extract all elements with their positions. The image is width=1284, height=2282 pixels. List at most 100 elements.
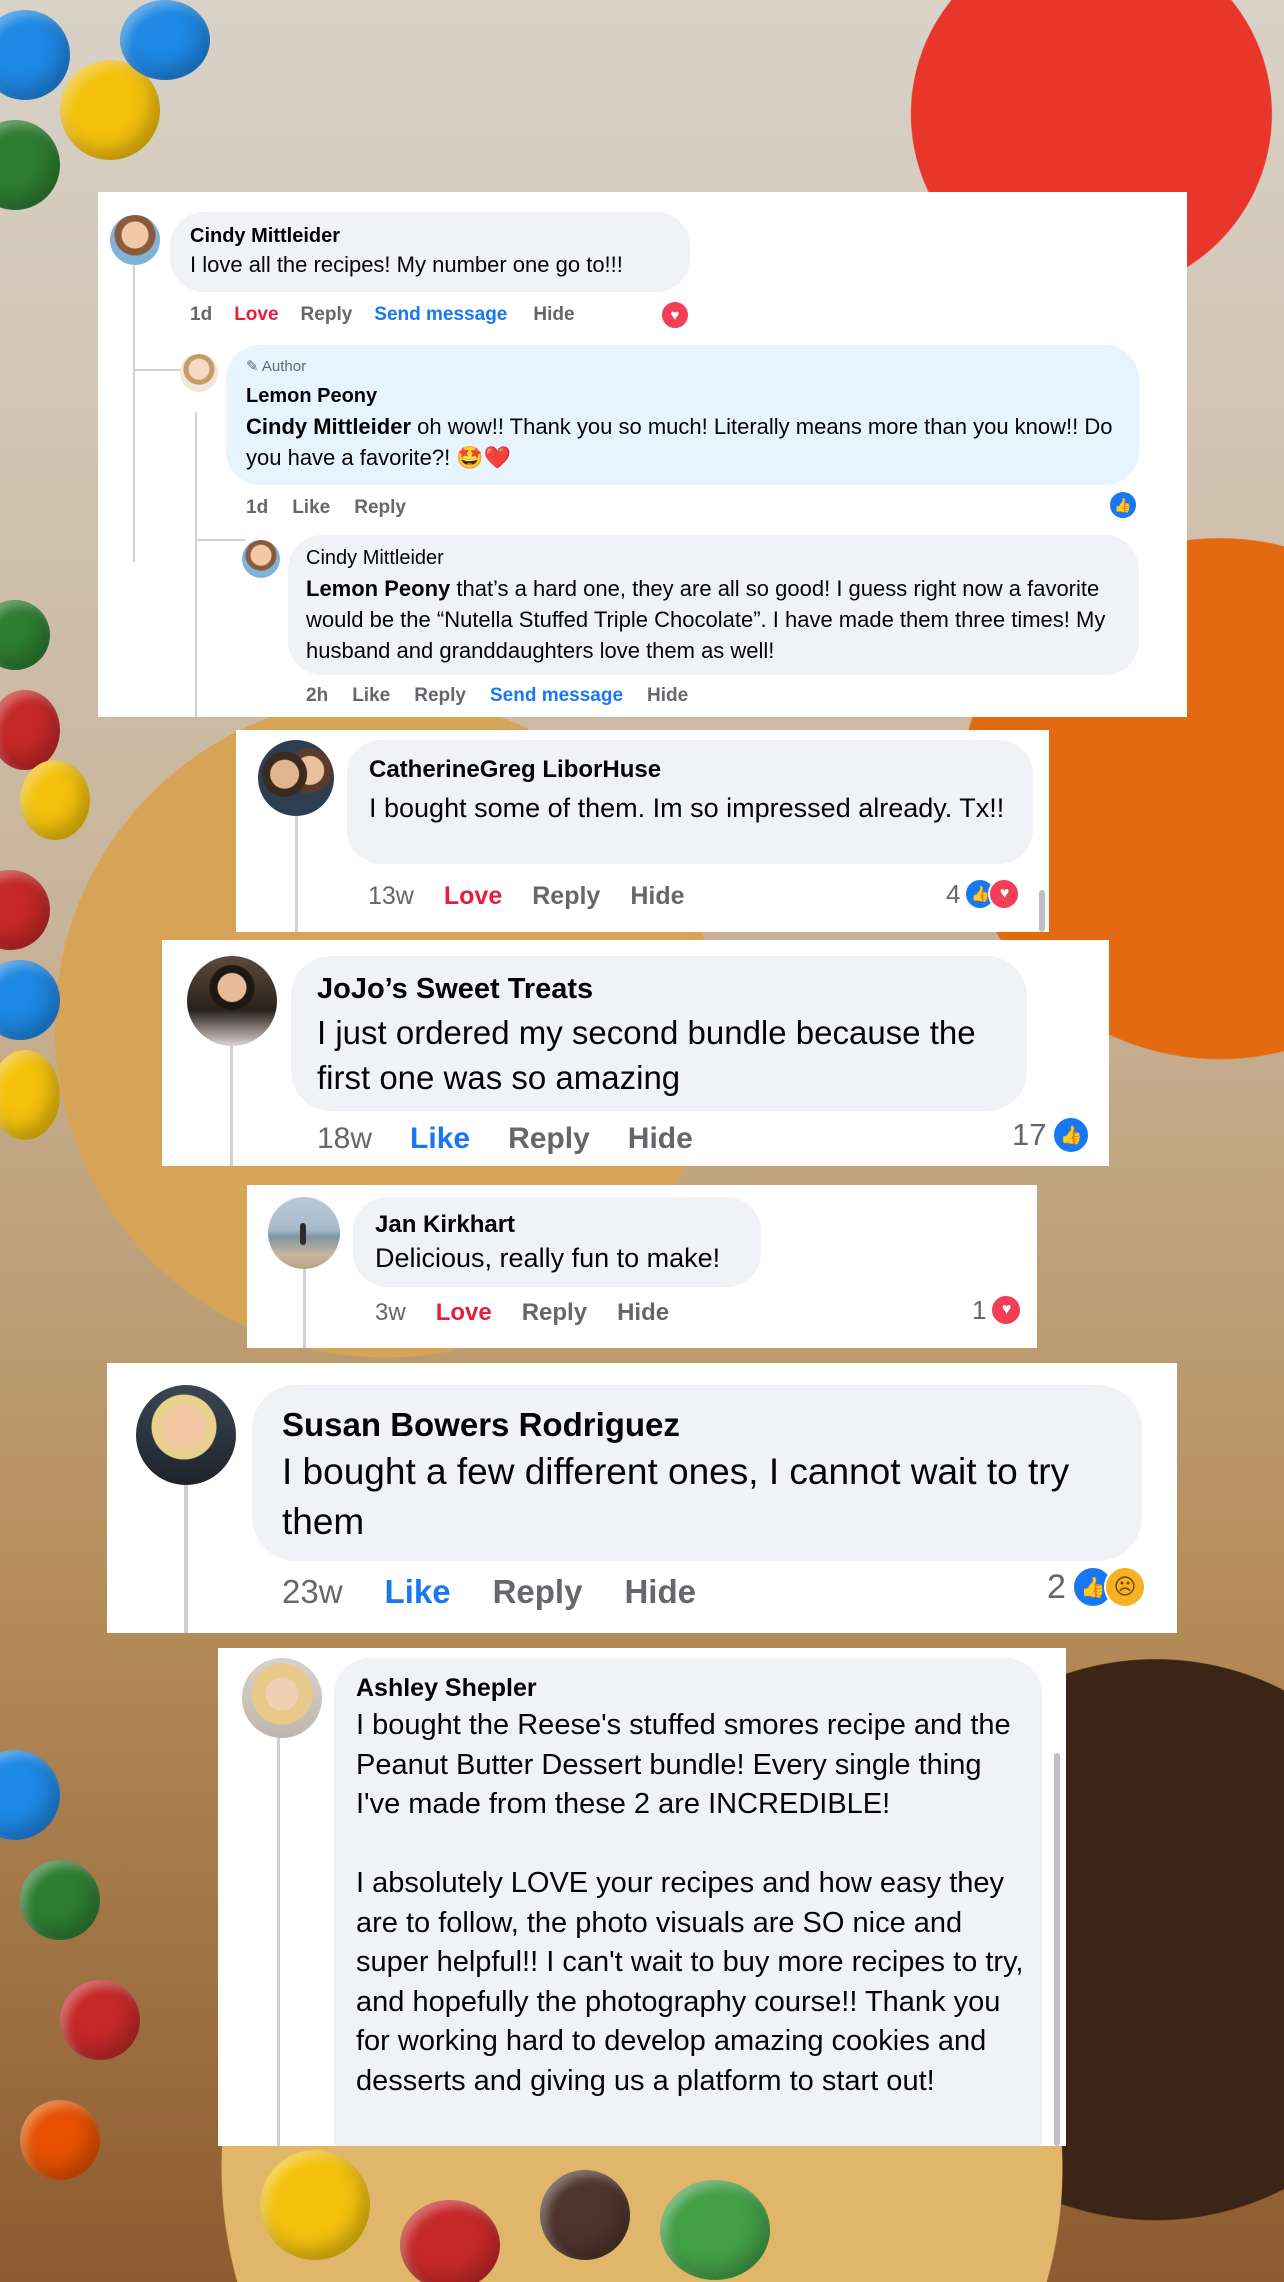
reaction-summary[interactable]: 1 ♥ xyxy=(972,1294,1023,1326)
heart-icon: ♥ xyxy=(990,1294,1023,1326)
reaction-summary[interactable]: 4 👍 ♥ xyxy=(946,878,1021,910)
hide-button[interactable]: Hide xyxy=(533,304,574,326)
scrollbar[interactable] xyxy=(1039,890,1045,932)
send-message-button[interactable]: Send message xyxy=(490,685,623,707)
thread-line xyxy=(295,810,298,932)
commenter-name[interactable]: Jan Kirkhart xyxy=(375,1211,515,1239)
comment-bubble: Susan Bowers Rodriguez I bought a few di… xyxy=(252,1385,1142,1561)
comment-text: I love all the recipes! My number one go… xyxy=(190,252,623,277)
reply-button[interactable]: Reply xyxy=(301,304,353,326)
comment-paragraph: I absolutely LOVE your recipes and how e… xyxy=(356,1867,1024,2097)
comment-text: Cindy Mittleider oh wow!! Thank you so m… xyxy=(246,414,1113,470)
like-button[interactable]: Like xyxy=(352,685,390,707)
comment-bubble: CatherineGreg LiborHuse I bought some of… xyxy=(347,740,1033,864)
reply-button[interactable]: Reply xyxy=(532,882,600,911)
comment-paragraph: I bought the Reese's stuffed smores reci… xyxy=(356,1709,1011,1820)
comment-time[interactable]: 2h xyxy=(306,685,328,707)
thread-line xyxy=(277,1738,280,2146)
reaction-count: 1 xyxy=(972,1294,987,1325)
comment-time[interactable]: 13w xyxy=(368,882,414,911)
comment-actions: 3w Love Reply Hide xyxy=(375,1299,669,1327)
comment-bubble: Cindy Mittleider I love all the recipes!… xyxy=(170,212,690,292)
author-reply-bubble: ✎ Author Lemon Peony Cindy Mittleider oh… xyxy=(226,345,1139,485)
commenter-name[interactable]: JoJo’s Sweet Treats xyxy=(317,973,593,1006)
reply-button[interactable]: Reply xyxy=(522,1299,587,1327)
comment-actions: 18w Like Reply Hide xyxy=(317,1122,693,1156)
like-button[interactable]: Like xyxy=(385,1573,451,1611)
comment-actions: 1d Love Reply Send message Hide xyxy=(190,304,575,326)
comment-text: I bought some of them. Im so impressed a… xyxy=(369,793,1005,823)
reply-button[interactable]: Reply xyxy=(414,685,466,707)
reply-button[interactable]: Reply xyxy=(354,497,406,519)
author-badge: ✎ Author xyxy=(246,358,307,375)
like-icon[interactable]: 👍 xyxy=(1108,490,1138,520)
comment-time[interactable]: 23w xyxy=(282,1573,343,1611)
mention-link[interactable]: Lemon Peony xyxy=(306,576,450,601)
commenter-name[interactable]: CatherineGreg LiborHuse xyxy=(369,756,661,784)
comment-thread-card: Cindy Mittleider I love all the recipes!… xyxy=(98,192,1187,717)
thread-line xyxy=(195,412,197,717)
thread-line xyxy=(195,539,245,541)
like-button[interactable]: Like xyxy=(410,1122,470,1156)
heart-icon[interactable]: ♥ xyxy=(660,300,690,330)
comment-text: I bought the Reese's stuffed smores reci… xyxy=(356,1706,1026,2101)
love-button[interactable]: Love xyxy=(436,1299,492,1327)
mention-link[interactable]: Cindy Mittleider xyxy=(246,414,411,439)
comment-card: Ashley Shepler I bought the Reese's stuf… xyxy=(218,1648,1066,2146)
commenter-name[interactable]: Susan Bowers Rodriguez xyxy=(282,1406,680,1444)
reply-button[interactable]: Reply xyxy=(493,1573,583,1611)
avatar[interactable] xyxy=(136,1385,236,1485)
scrollbar[interactable] xyxy=(1054,1753,1060,2146)
hide-button[interactable]: Hide xyxy=(630,882,684,911)
comment-card: JoJo’s Sweet Treats I just ordered my se… xyxy=(162,940,1109,1166)
reaction-summary[interactable]: 2 👍 ☹ xyxy=(1047,1566,1146,1608)
sad-icon: ☹ xyxy=(1103,1566,1146,1608)
comment-time[interactable]: 3w xyxy=(375,1299,406,1327)
send-message-button[interactable]: Send message xyxy=(374,304,507,326)
avatar[interactable] xyxy=(187,956,277,1046)
avatar[interactable] xyxy=(110,215,160,265)
love-button[interactable]: Love xyxy=(444,882,502,911)
comment-card: Jan Kirkhart Delicious, really fun to ma… xyxy=(247,1185,1037,1348)
comment-bubble: Jan Kirkhart Delicious, really fun to ma… xyxy=(353,1197,761,1287)
reaction-count: 2 xyxy=(1047,1567,1066,1606)
avatar[interactable] xyxy=(180,354,218,392)
hide-button[interactable]: Hide xyxy=(628,1122,693,1156)
comment-actions: 1d Like Reply xyxy=(246,497,406,519)
comment-actions: 2h Like Reply Send message Hide xyxy=(306,685,688,707)
avatar[interactable] xyxy=(242,540,280,578)
comment-bubble: Ashley Shepler I bought the Reese's stuf… xyxy=(334,1658,1042,2146)
comment-bubble: Cindy Mittleider Lemon Peony that’s a ha… xyxy=(288,535,1139,675)
commenter-name[interactable]: Cindy Mittleider xyxy=(306,547,444,570)
comment-card: CatherineGreg LiborHuse I bought some of… xyxy=(236,730,1049,932)
hide-button[interactable]: Hide xyxy=(617,1299,669,1327)
pencil-icon: ✎ xyxy=(246,358,259,375)
comment-text: Lemon Peony that’s a hard one, they are … xyxy=(306,576,1106,663)
hide-button[interactable]: Hide xyxy=(647,685,688,707)
reaction-summary[interactable]: 17 👍 xyxy=(1012,1116,1091,1154)
comment-text: Delicious, really fun to make! xyxy=(375,1243,721,1273)
comment-time[interactable]: 18w xyxy=(317,1122,372,1156)
comment-time[interactable]: 1d xyxy=(246,497,268,519)
comment-time[interactable]: 1d xyxy=(190,304,212,326)
reply-button[interactable]: Reply xyxy=(508,1122,590,1156)
hide-button[interactable]: Hide xyxy=(624,1573,696,1611)
commenter-name[interactable]: Lemon Peony xyxy=(246,385,377,408)
comment-text: I bought a few different ones, I cannot … xyxy=(282,1451,1070,1542)
comment-card: Susan Bowers Rodriguez I bought a few di… xyxy=(107,1363,1177,1633)
heart-icon: ♥ xyxy=(988,878,1021,910)
comment-actions: 23w Like Reply Hide xyxy=(282,1573,696,1611)
commenter-name[interactable]: Cindy Mittleider xyxy=(190,225,340,248)
comment-actions: 13w Love Reply Hide xyxy=(368,882,685,911)
thread-line xyxy=(230,1045,233,1166)
comment-bubble: JoJo’s Sweet Treats I just ordered my se… xyxy=(291,956,1027,1111)
love-button[interactable]: Love xyxy=(234,304,278,326)
like-button[interactable]: Like xyxy=(292,497,330,519)
thread-line xyxy=(303,1263,306,1348)
avatar[interactable] xyxy=(258,740,334,816)
avatar[interactable] xyxy=(242,1658,322,1738)
thread-line xyxy=(184,1483,188,1633)
commenter-name[interactable]: Ashley Shepler xyxy=(356,1674,537,1703)
avatar[interactable] xyxy=(268,1197,340,1269)
thread-line xyxy=(133,252,135,562)
